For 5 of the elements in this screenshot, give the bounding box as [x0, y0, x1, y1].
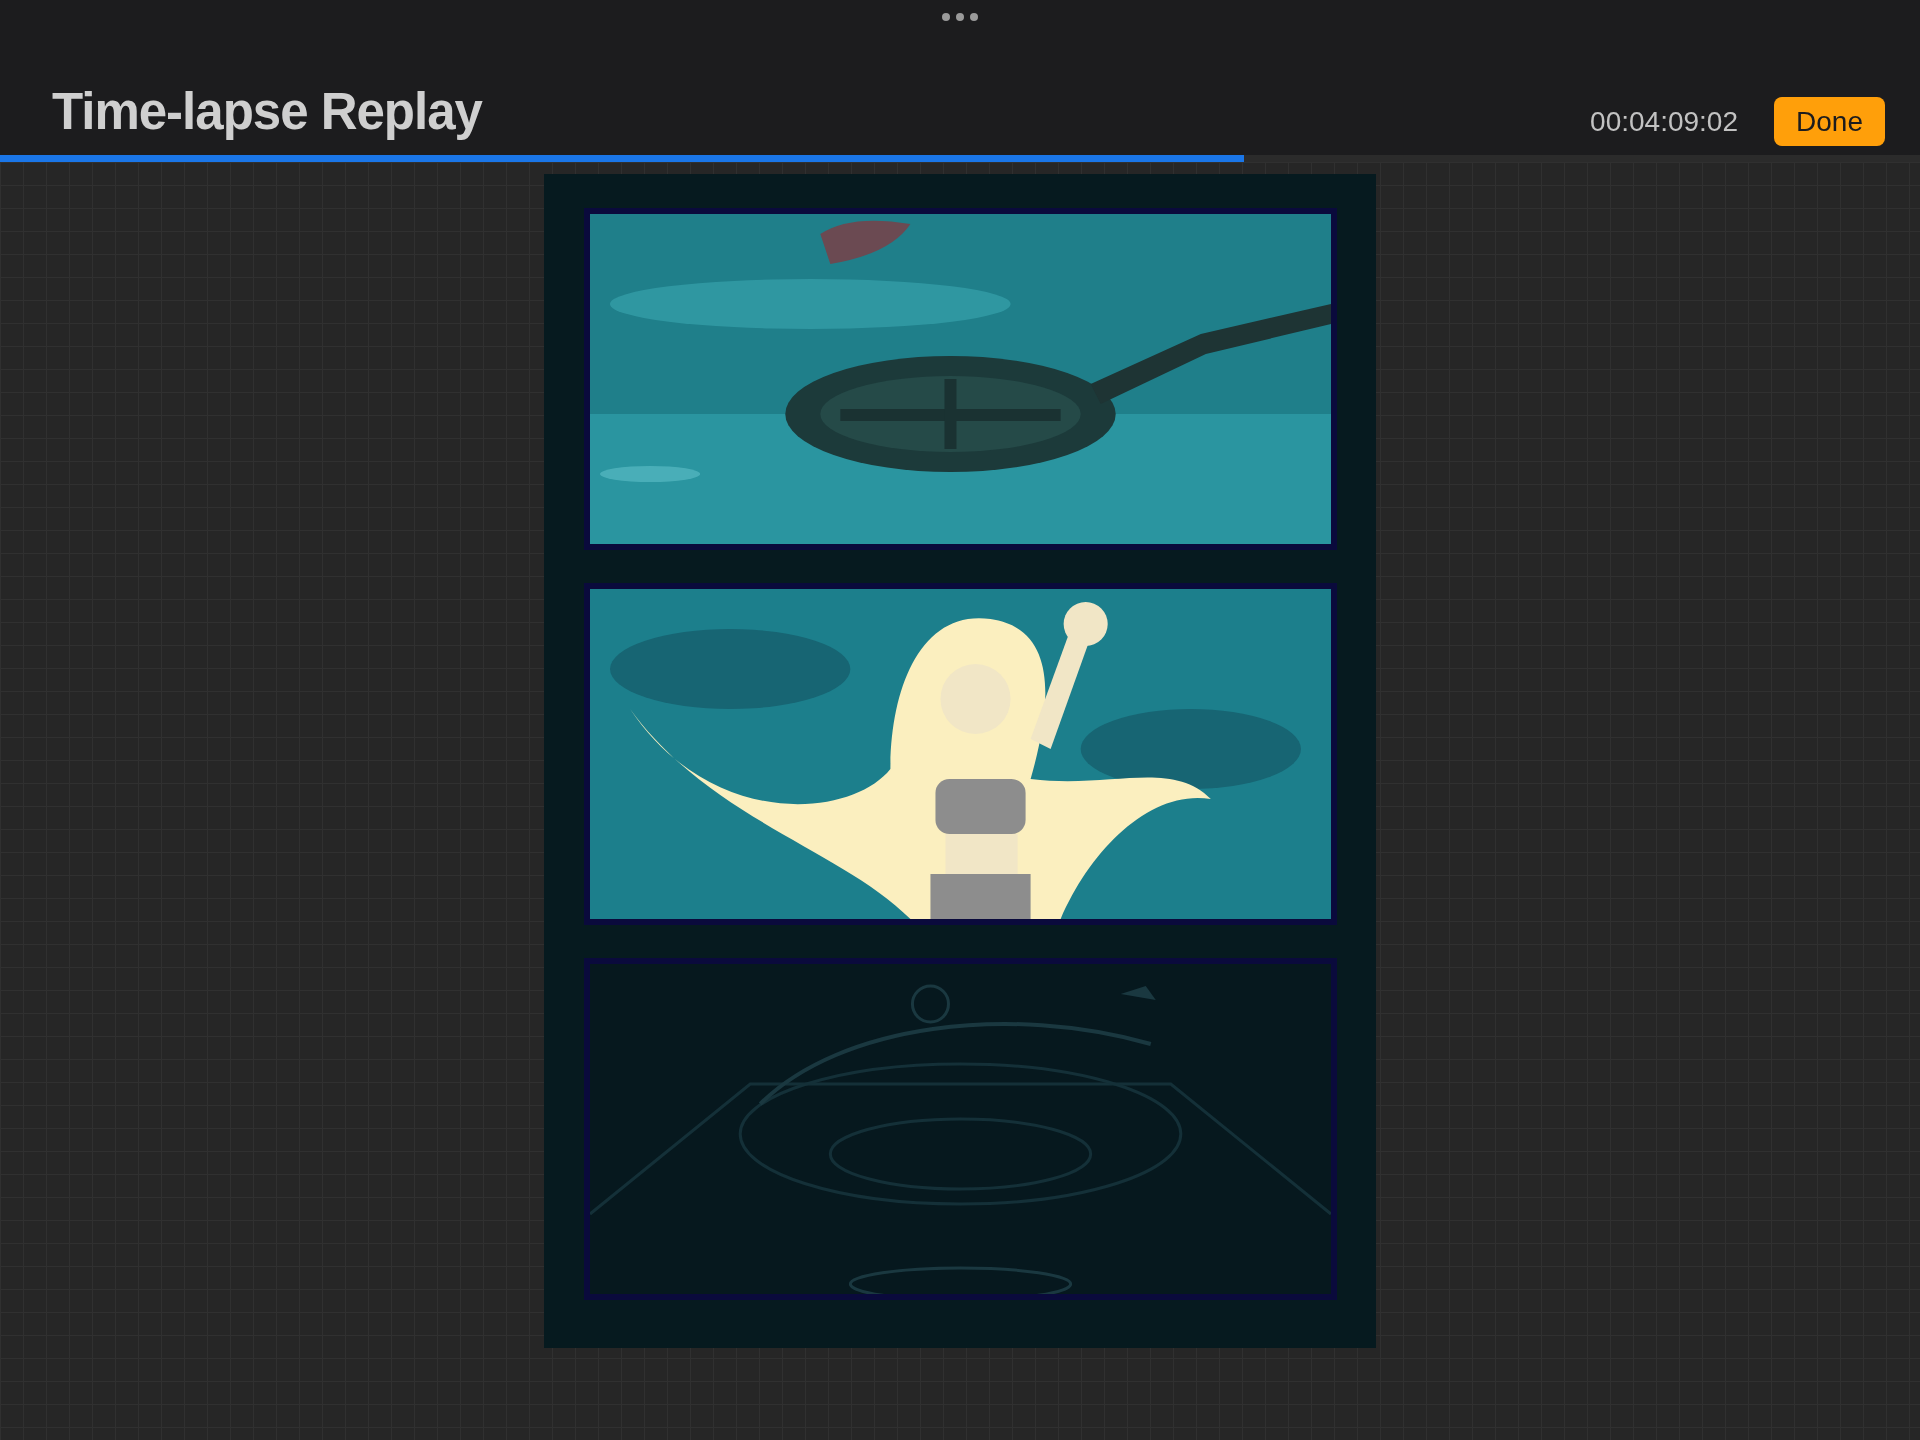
more-icon[interactable] — [941, 12, 979, 22]
window-title: Time-lapse Replay — [52, 82, 482, 141]
done-button[interactable]: Done — [1774, 97, 1885, 146]
progress-track[interactable] — [0, 155, 1920, 162]
timestamp: 00:04:09:02 — [1590, 105, 1738, 138]
